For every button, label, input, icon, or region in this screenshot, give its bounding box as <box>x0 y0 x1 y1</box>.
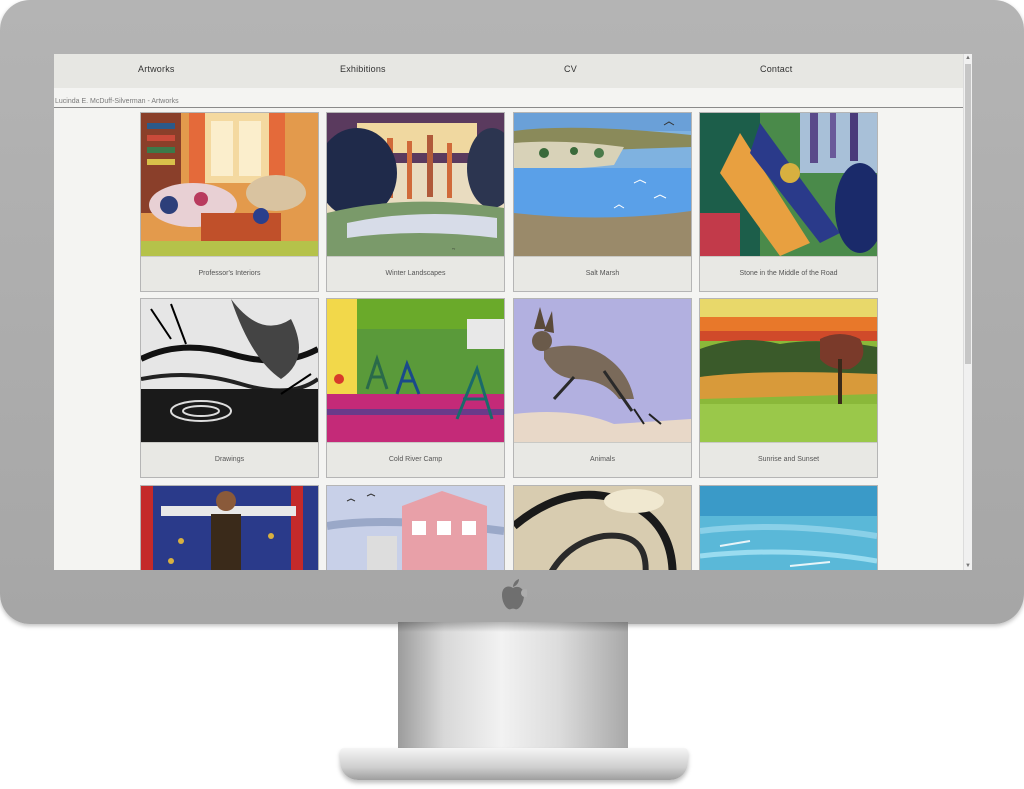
monitor-stand <box>398 622 628 752</box>
gallery-card-cold-river-camp[interactable]: Cold River Camp <box>326 298 505 478</box>
artwork-thumbnail <box>700 486 877 570</box>
artwork-thumbnail <box>700 299 877 442</box>
scrollbar-thumb[interactable] <box>965 64 971 364</box>
header-divider <box>54 107 964 108</box>
top-navigation: Artworks Exhibitions CV Contact <box>54 54 964 88</box>
gallery-card-title: Winter Landscapes <box>327 256 504 291</box>
artwork-thumbnail <box>700 113 877 256</box>
gallery-card-sunrise-and-sunset[interactable]: Sunrise and Sunset <box>699 298 878 478</box>
vertical-scrollbar[interactable]: ▲ ▼ <box>963 54 972 570</box>
gallery-card-title: Stone in the Middle of the Road <box>700 256 877 291</box>
artwork-thumbnail: ~ <box>327 113 504 256</box>
gallery-card-stone-in-the-middle-of-the-road[interactable]: Stone in the Middle of the Road <box>699 112 878 292</box>
artwork-thumbnail <box>141 113 318 256</box>
browser-screen: Artworks Exhibitions CV Contact Lucinda … <box>54 54 972 570</box>
artwork-thumbnail <box>514 486 691 570</box>
artwork-thumbnail <box>327 299 504 442</box>
scroll-up-arrow-icon[interactable]: ▲ <box>965 55 971 61</box>
gallery-card-title: Animals <box>514 442 691 477</box>
nav-contact[interactable]: Contact <box>760 64 792 74</box>
nav-cv[interactable]: CV <box>564 64 577 74</box>
gallery-card-salt-marsh[interactable]: Salt Marsh <box>513 112 692 292</box>
apple-logo-icon <box>502 579 527 610</box>
gallery-card-animals[interactable]: Animals <box>513 298 692 478</box>
gallery-card-title: Professor's Interiors <box>141 256 318 291</box>
artwork-thumbnail <box>141 486 318 570</box>
monitor-stand-base <box>340 748 688 780</box>
artwork-thumbnail <box>514 113 691 256</box>
gallery-card-10[interactable] <box>326 485 505 570</box>
gallery-card-9[interactable] <box>140 485 319 570</box>
gallery-card-title: Salt Marsh <box>514 256 691 291</box>
gallery-card-title: Cold River Camp <box>327 442 504 477</box>
gallery-card-12[interactable] <box>699 485 878 570</box>
gallery-card-title: Drawings <box>141 442 318 477</box>
monitor-stand-shadow <box>398 622 628 632</box>
nav-artworks[interactable]: Artworks <box>138 64 175 74</box>
gallery-card-professors-interiors[interactable]: Professor's Interiors <box>140 112 319 292</box>
breadcrumb: Lucinda E. McDuff-Silverman - Artworks <box>55 98 179 105</box>
gallery-card-title: Sunrise and Sunset <box>700 442 877 477</box>
gallery-card-drawings[interactable]: Drawings <box>140 298 319 478</box>
gallery-card-winter-landscapes[interactable]: ~ Winter Landscapes <box>326 112 505 292</box>
gallery-card-11[interactable] <box>513 485 692 570</box>
artwork-thumbnail <box>327 486 504 570</box>
nav-exhibitions[interactable]: Exhibitions <box>340 64 386 74</box>
scroll-down-arrow-icon[interactable]: ▼ <box>965 563 971 569</box>
artwork-thumbnail <box>141 299 318 442</box>
artwork-thumbnail <box>514 299 691 442</box>
